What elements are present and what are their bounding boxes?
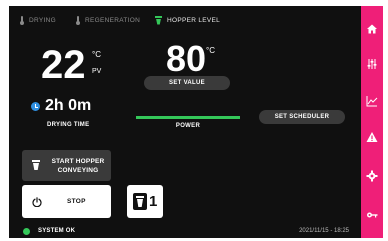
set-scheduler-button[interactable]: SET SCHEDULER bbox=[259, 110, 345, 124]
start-hopper-conveying-label: START HOPPER CONVEYING bbox=[51, 158, 105, 174]
stop-label: STOP bbox=[67, 198, 86, 205]
hopper-icon bbox=[155, 15, 162, 25]
status-ok-icon bbox=[23, 228, 30, 235]
clock-icon bbox=[31, 102, 40, 111]
status-text: SYSTEM OK bbox=[38, 228, 76, 234]
home-icon[interactable] bbox=[366, 23, 378, 35]
hopper-count-button[interactable]: 1 bbox=[127, 185, 163, 218]
process-value-label: PV bbox=[92, 68, 102, 75]
stop-button[interactable]: STOP bbox=[22, 185, 111, 218]
gear-icon[interactable] bbox=[366, 170, 378, 182]
set-value-number: 80 bbox=[166, 38, 207, 79]
tab-drying[interactable]: DRYING bbox=[19, 14, 56, 26]
key-icon[interactable] bbox=[366, 209, 378, 221]
sidebar bbox=[361, 6, 383, 238]
timestamp: 2021/11/15 - 18:25 bbox=[299, 228, 349, 234]
power-label: POWER bbox=[175, 123, 201, 129]
status-bar: SYSTEM OK 2021/11/15 - 18:25 bbox=[9, 225, 361, 238]
settings-sliders-icon[interactable] bbox=[366, 58, 378, 70]
power-bar bbox=[136, 116, 240, 119]
hmi-screen: DRYING REGENERATION HOPPER LEVEL 22 °C P… bbox=[9, 6, 361, 238]
hopper-icon bbox=[32, 160, 40, 171]
alarm-warning-icon[interactable] bbox=[366, 131, 378, 143]
thermometer-icon bbox=[75, 15, 80, 25]
hopper-icon bbox=[133, 193, 147, 210]
set-value-unit: °C bbox=[206, 46, 215, 55]
top-tabs: DRYING REGENERATION HOPPER LEVEL bbox=[9, 6, 361, 26]
chart-icon[interactable] bbox=[366, 95, 378, 107]
start-hopper-conveying-button[interactable]: START HOPPER CONVEYING bbox=[22, 150, 111, 181]
power-bar-fill bbox=[136, 116, 240, 119]
process-value: 22 bbox=[41, 43, 86, 87]
tab-regeneration[interactable]: REGENERATION bbox=[75, 14, 140, 26]
set-value-button[interactable]: SET VALUE bbox=[144, 76, 230, 90]
tab-regeneration-label: REGENERATION bbox=[85, 16, 141, 24]
process-value-unit: °C bbox=[92, 50, 101, 59]
thermometer-icon bbox=[19, 15, 24, 25]
power-icon bbox=[32, 197, 42, 207]
tab-hopper-level-label: HOPPER LEVEL bbox=[167, 16, 221, 24]
drying-time-label: DRYING TIME bbox=[47, 122, 90, 128]
drying-time-value: 2h 0m bbox=[45, 97, 92, 114]
tab-hopper-level[interactable]: HOPPER LEVEL bbox=[155, 14, 220, 26]
tab-drying-label: DRYING bbox=[29, 16, 56, 24]
hopper-count: 1 bbox=[149, 193, 158, 210]
